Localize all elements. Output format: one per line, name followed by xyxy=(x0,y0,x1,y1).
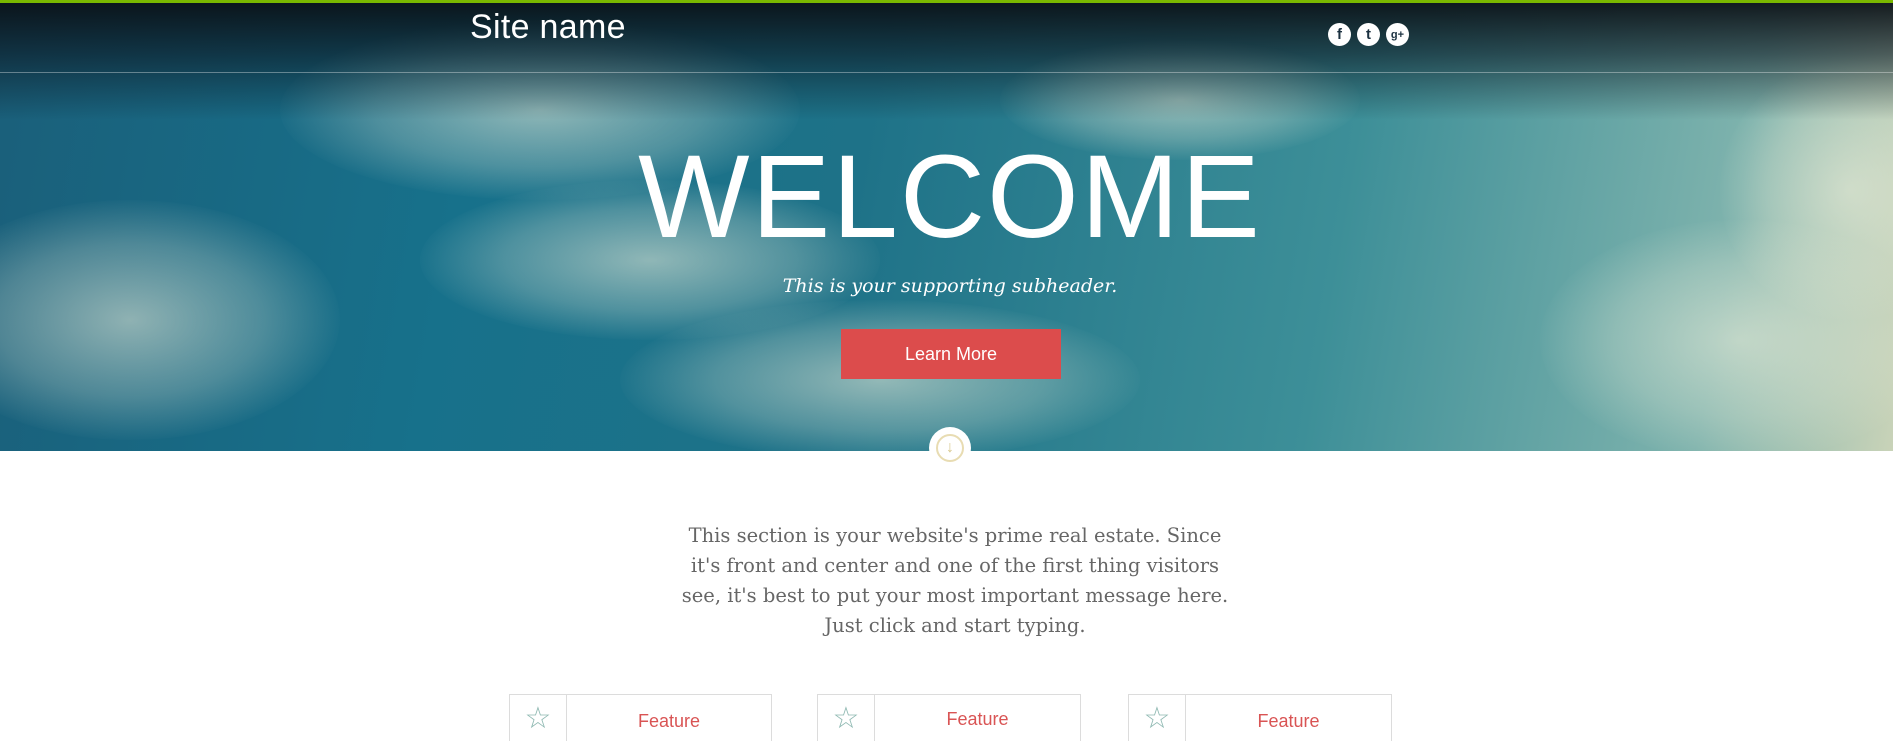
intro-text: This section is your website's prime rea… xyxy=(681,524,1229,637)
header-gradient xyxy=(0,0,1893,120)
feature-label: Feature xyxy=(1257,711,1320,731)
scroll-down-button[interactable]: ↓ xyxy=(929,427,971,469)
feature-card-1[interactable]: ☆ Feature xyxy=(509,694,772,741)
page: Site name f t g+ WELCOME This is your su… xyxy=(0,0,1893,741)
top-accent-line xyxy=(0,0,1893,3)
learn-more-button[interactable]: Learn More xyxy=(841,329,1061,379)
feature-card-3[interactable]: ☆ Feature xyxy=(1128,694,1392,741)
social-links: f t g+ xyxy=(1328,23,1409,46)
header-divider xyxy=(0,72,1893,73)
twitter-icon[interactable]: t xyxy=(1357,23,1380,46)
star-icon: ☆ xyxy=(510,695,567,741)
hero-subheader: This is your supporting subheader. xyxy=(782,275,1118,297)
google-plus-icon[interactable]: g+ xyxy=(1386,23,1409,46)
feature-label: Feature xyxy=(946,709,1009,729)
site-name[interactable]: Site name xyxy=(470,8,626,47)
feature-card-2[interactable]: ☆ Feature xyxy=(817,694,1081,741)
hero-title: WELCOME xyxy=(638,131,1262,263)
arrow-down-icon: ↓ xyxy=(936,434,964,462)
facebook-icon[interactable]: f xyxy=(1328,23,1351,46)
star-icon: ☆ xyxy=(1129,695,1186,741)
star-icon: ☆ xyxy=(818,695,875,741)
feature-label: Feature xyxy=(637,711,701,731)
